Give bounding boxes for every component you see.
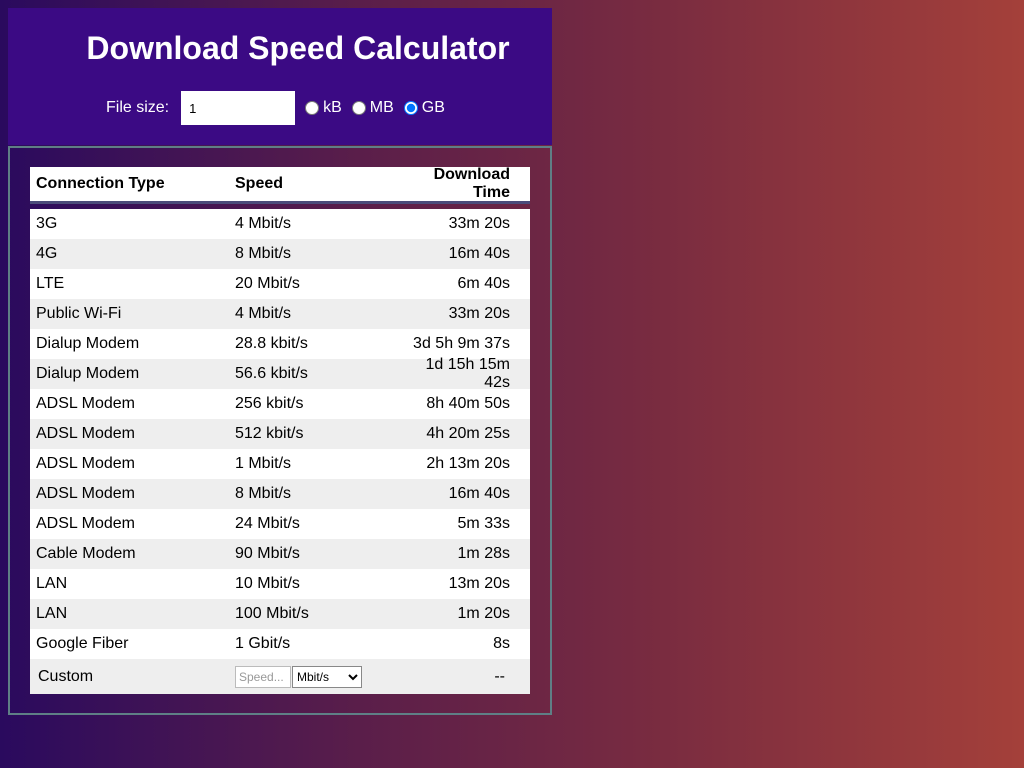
unit-option-gb[interactable]: GB bbox=[403, 99, 445, 117]
connection-type-cell: Google Fiber bbox=[36, 635, 129, 652]
download-time-cell: 8s bbox=[493, 635, 510, 652]
connection-type-cell: ADSL Modem bbox=[36, 455, 135, 472]
table-row: Dialup Modem 56.6 kbit/s 1d 15h 15m 42s bbox=[30, 356, 530, 391]
table-header: Connection Type Speed Download Time bbox=[30, 166, 530, 204]
connection-type-cell: Dialup Modem bbox=[36, 335, 140, 352]
table-row: Public Wi-Fi 4 Mbit/s 33m 20s bbox=[30, 299, 530, 329]
speed-cell: 1 Mbit/s bbox=[235, 455, 292, 472]
download-time-cell: 1d 15h 15m 42s bbox=[425, 356, 510, 391]
unit-option-kb[interactable]: kB bbox=[305, 99, 342, 117]
table-row: ADSL Modem 1 Mbit/s 2h 13m 20s bbox=[30, 449, 530, 479]
speed-cell: 24 Mbit/s bbox=[235, 515, 300, 532]
table-row: 3G 4 Mbit/s 33m 20s bbox=[30, 209, 530, 239]
table-row: ADSL Modem 512 kbit/s 4h 20m 25s bbox=[30, 419, 530, 449]
unit-label-mb: MB bbox=[369, 99, 394, 116]
file-size-label: File size: bbox=[106, 99, 170, 116]
table-row: Google Fiber 1 Gbit/s 8s bbox=[30, 629, 530, 659]
speed-cell: 256 kbit/s bbox=[235, 395, 304, 412]
custom-row: Custom Mbit/s -- bbox=[30, 659, 530, 694]
connection-type-cell: ADSL Modem bbox=[36, 515, 135, 532]
download-time-cell: 2h 13m 20s bbox=[426, 455, 510, 472]
column-header-speed: Speed bbox=[235, 175, 284, 192]
custom-speed-controls: Mbit/s bbox=[235, 665, 405, 688]
connection-type-cell: LTE bbox=[36, 275, 65, 292]
table-row: ADSL Modem 8 Mbit/s 16m 40s bbox=[30, 479, 530, 509]
download-time-cell: 1m 28s bbox=[457, 545, 510, 562]
custom-label: Custom bbox=[38, 667, 94, 685]
download-time-cell: 6m 40s bbox=[457, 275, 510, 292]
download-time-cell: 16m 40s bbox=[448, 245, 510, 262]
speed-cell: 90 Mbit/s bbox=[235, 545, 300, 562]
unit-label-gb: GB bbox=[421, 99, 445, 116]
connection-type-cell: Public Wi-Fi bbox=[36, 305, 122, 322]
page-title: Download Speed Calculator bbox=[86, 30, 510, 66]
custom-unit-select[interactable]: Mbit/s bbox=[292, 665, 362, 688]
table-row: ADSL Modem 256 kbit/s 8h 40m 50s bbox=[30, 389, 530, 419]
download-time-cell: 33m 20s bbox=[448, 215, 510, 232]
download-time-cell: 3d 5h 9m 37s bbox=[413, 335, 510, 352]
connection-type-cell: ADSL Modem bbox=[36, 485, 135, 502]
connection-type-cell: LAN bbox=[36, 575, 68, 592]
connection-type-cell: ADSL Modem bbox=[36, 395, 135, 412]
speed-cell: 4 Mbit/s bbox=[235, 215, 292, 232]
speed-cell: 8 Mbit/s bbox=[235, 245, 292, 262]
table-body: 3G 4 Mbit/s 33m 20s 4G 8 Mbit/s 16m 40s LTE 20 … bbox=[30, 209, 530, 659]
table-row: LAN 100 Mbit/s 1m 20s bbox=[30, 599, 530, 629]
column-header-download-time: Download Time bbox=[433, 166, 510, 201]
speed-cell: 56.6 kbit/s bbox=[235, 365, 308, 382]
custom-speed-input[interactable] bbox=[235, 665, 291, 688]
table-row: Cable Modem 90 Mbit/s 1m 28s bbox=[30, 539, 530, 569]
speed-cell: 8 Mbit/s bbox=[235, 485, 292, 502]
file-size-controls: File size: kB MB GB bbox=[106, 91, 445, 125]
download-time-cell: 16m 40s bbox=[448, 485, 510, 502]
speed-cell: 28.8 kbit/s bbox=[235, 335, 308, 352]
download-time-cell: 1m 20s bbox=[457, 605, 510, 622]
table-row: 4G 8 Mbit/s 16m 40s bbox=[30, 239, 530, 269]
table-row: LAN 10 Mbit/s 13m 20s bbox=[30, 569, 530, 599]
speed-cell: 100 Mbit/s bbox=[235, 605, 309, 622]
connection-type-cell: Dialup Modem bbox=[36, 365, 140, 382]
download-time-cell: 13m 20s bbox=[448, 575, 510, 592]
speed-cell: 1 Gbit/s bbox=[235, 635, 291, 652]
download-time-cell: 8h 40m 50s bbox=[426, 395, 510, 412]
unit-label-kb: kB bbox=[323, 99, 342, 116]
download-time-cell: 5m 33s bbox=[457, 515, 510, 532]
connection-type-cell: Cable Modem bbox=[36, 545, 136, 562]
table-row: ADSL Modem 24 Mbit/s 5m 33s bbox=[30, 509, 530, 539]
speed-cell: 4 Mbit/s bbox=[235, 305, 292, 322]
unit-radio-kb[interactable] bbox=[305, 101, 320, 115]
connection-type-cell: 3G bbox=[36, 215, 58, 232]
custom-download-time: -- bbox=[494, 667, 505, 685]
file-size-input[interactable] bbox=[181, 91, 296, 125]
table-row: Dialup Modem 28.8 kbit/s 3d 5h 9m 37s bbox=[30, 329, 530, 359]
unit-option-mb[interactable]: MB bbox=[351, 99, 394, 117]
column-header-connection-type: Connection Type bbox=[36, 175, 165, 192]
connection-type-cell: ADSL Modem bbox=[36, 425, 135, 442]
unit-radio-mb[interactable] bbox=[351, 101, 366, 115]
calculator-header: Download Speed Calculator File size: kB … bbox=[8, 8, 552, 145]
connection-type-cell: LAN bbox=[36, 605, 68, 622]
speed-cell: 512 kbit/s bbox=[235, 425, 304, 442]
speed-cell: 10 Mbit/s bbox=[235, 575, 300, 592]
download-time-cell: 4h 20m 25s bbox=[426, 425, 510, 442]
download-time-cell: 33m 20s bbox=[448, 305, 510, 322]
results-table: Connection Type Speed Download Time 3G 4 … bbox=[30, 166, 530, 694]
unit-radio-gb[interactable] bbox=[403, 101, 418, 115]
table-row: LTE 20 Mbit/s 6m 40s bbox=[30, 269, 530, 299]
connection-type-cell: 4G bbox=[36, 245, 58, 262]
speed-cell: 20 Mbit/s bbox=[235, 275, 300, 292]
results-panel: Connection Type Speed Download Time 3G 4 … bbox=[8, 146, 552, 715]
